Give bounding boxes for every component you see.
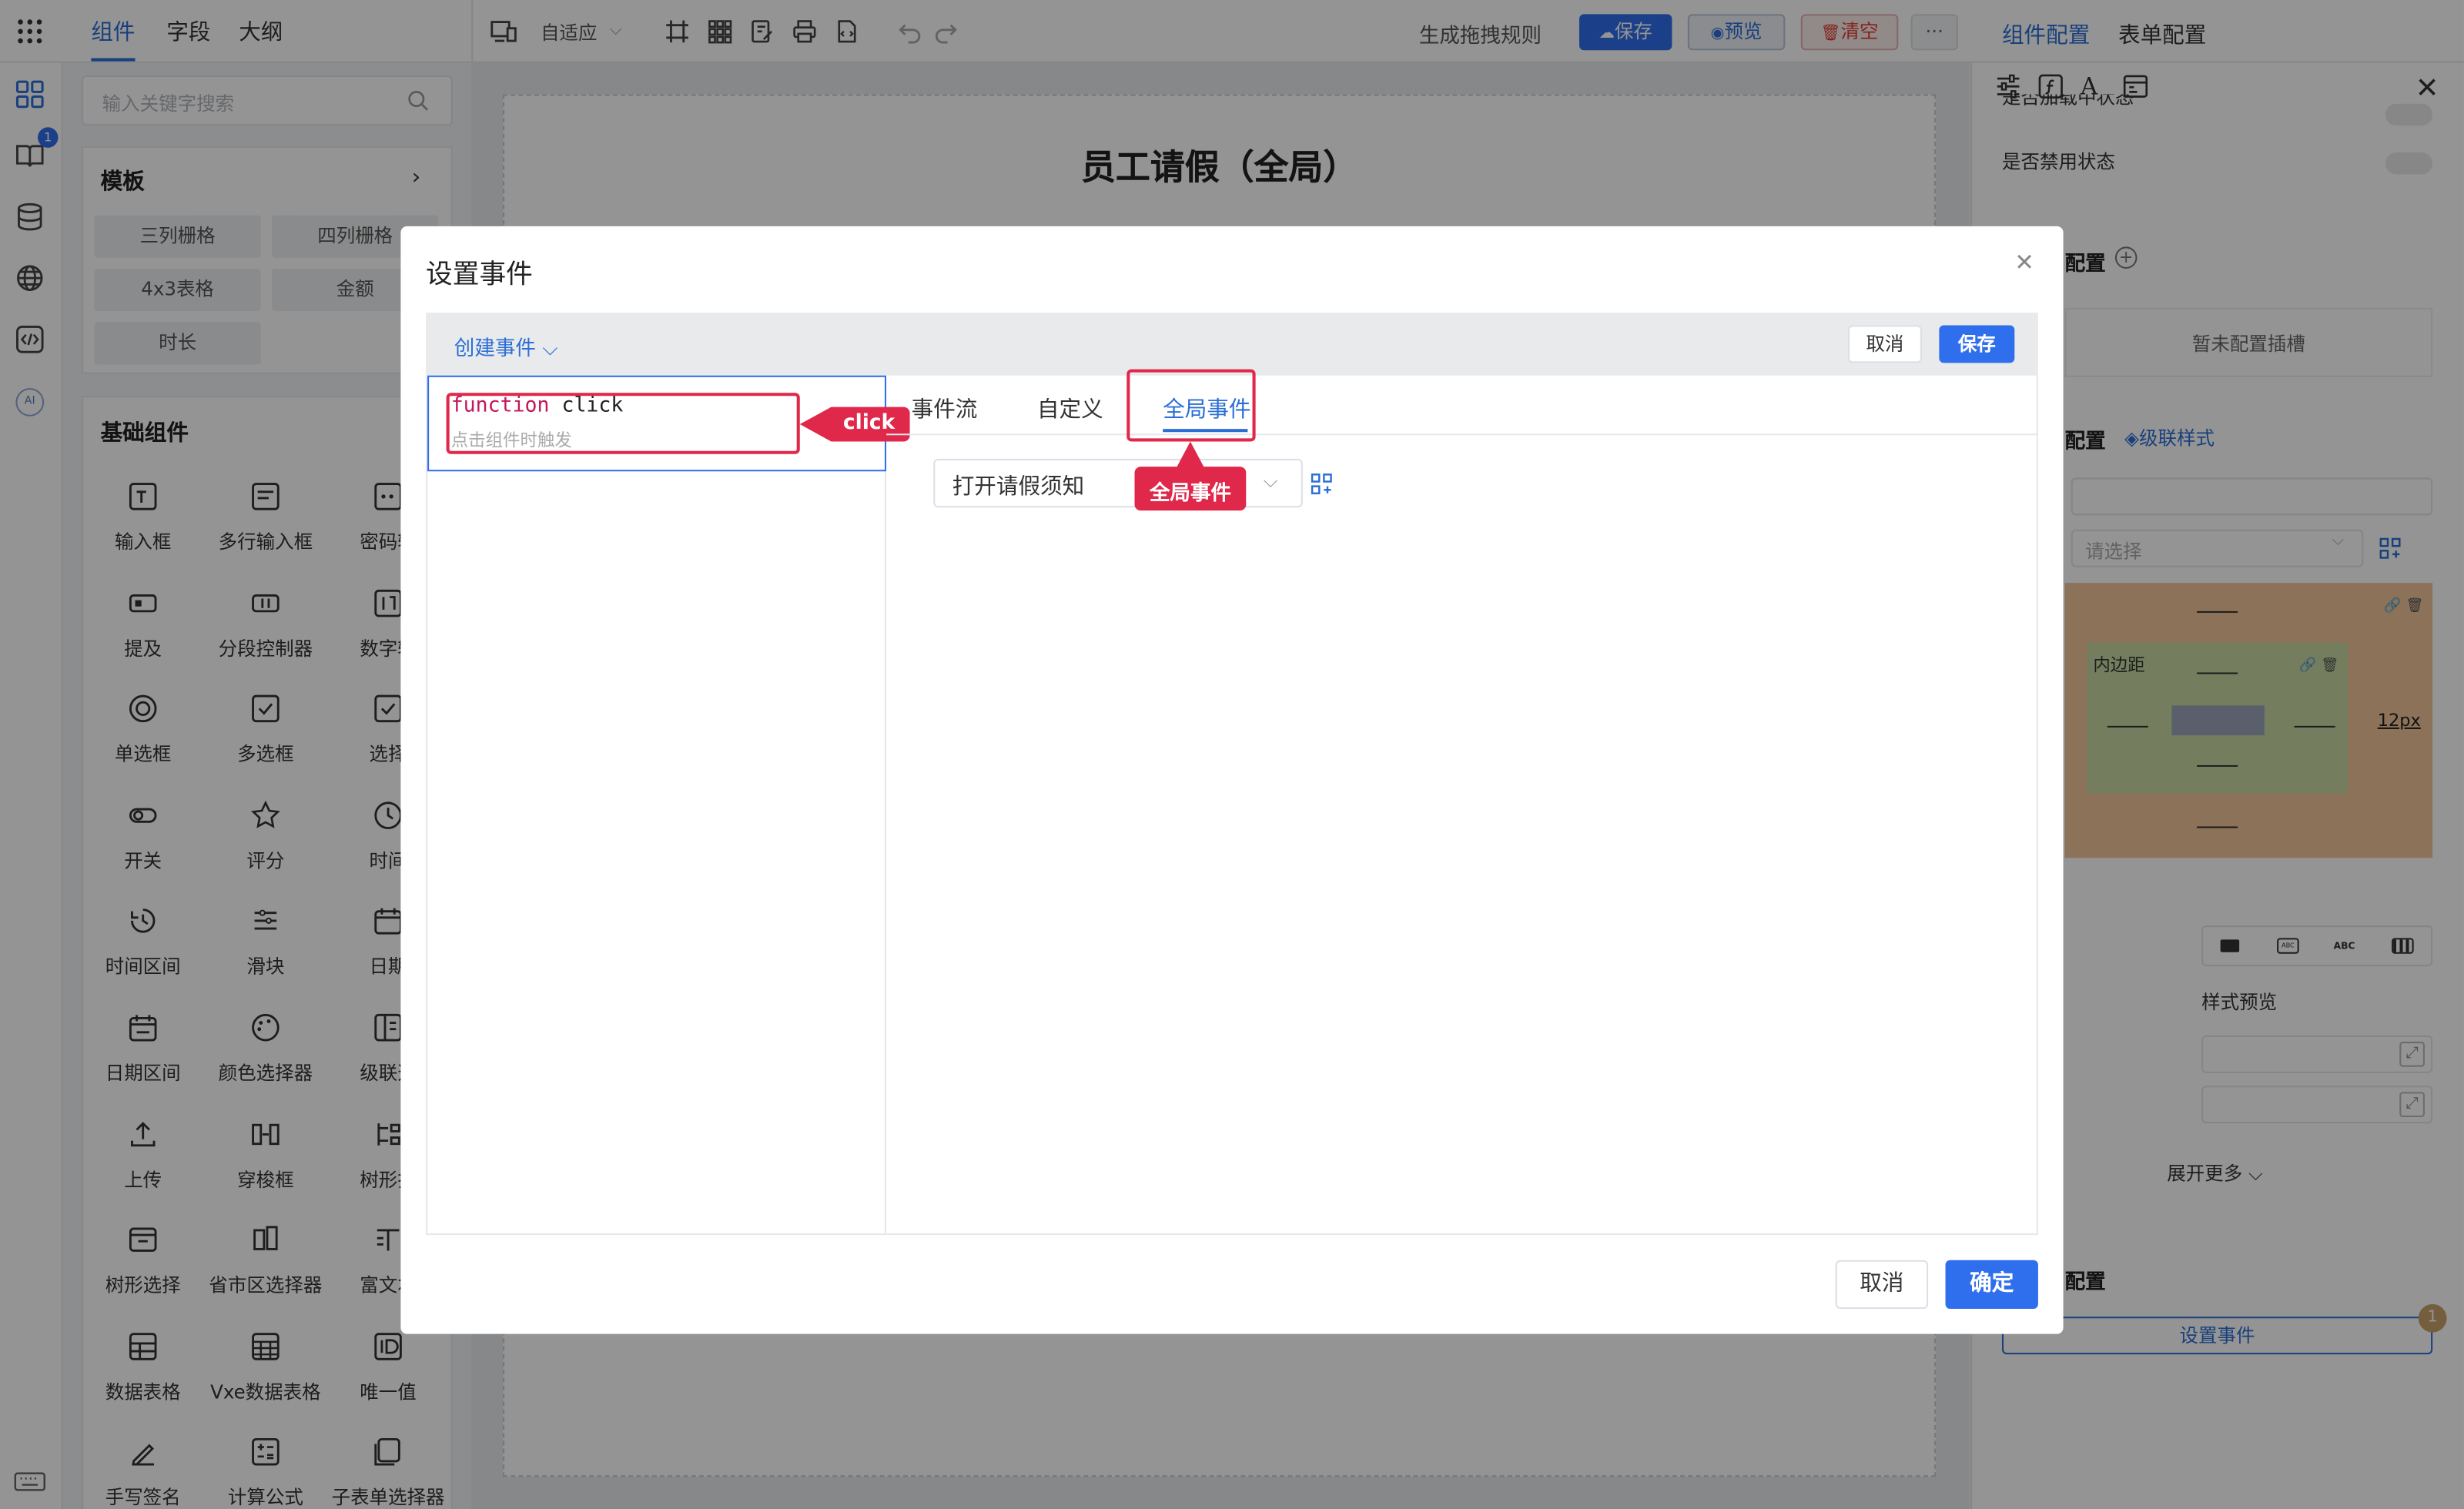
close-icon[interactable]: ✕ [2014,248,2034,276]
header-cancel-button[interactable]: 取消 [1847,325,1922,363]
create-event-dropdown[interactable]: 创建事件 ⌵ [454,332,558,362]
chevron-down-icon: ⌵ [535,337,558,362]
tab-event-flow[interactable]: 事件流 [912,393,978,424]
chevron-down-icon: ⌵ [1263,470,1278,492]
click-callout-text: click [842,411,896,436]
tab-custom[interactable]: 自定义 [1037,393,1103,424]
dialog-confirm-button[interactable]: 确定 [1945,1260,2038,1309]
global-tab-highlight-box [1127,369,1256,442]
create-event-label: 创建事件 [454,337,536,362]
function-highlight-box [446,393,800,454]
global-event-select-value: 打开请假须知 [952,474,1085,500]
event-list-divider [884,375,887,1236]
dialog-title: 设置事件 [426,259,533,291]
tabs-bottom-border [886,433,2038,436]
header-save-button[interactable]: 保存 [1939,325,2015,363]
apps-add-icon[interactable] [1311,471,1333,495]
dialog-cancel-button[interactable]: 取消 [1835,1260,1929,1309]
dialog-header-bar [426,313,2038,376]
global-callout-text: 全局事件 [1149,482,1231,507]
